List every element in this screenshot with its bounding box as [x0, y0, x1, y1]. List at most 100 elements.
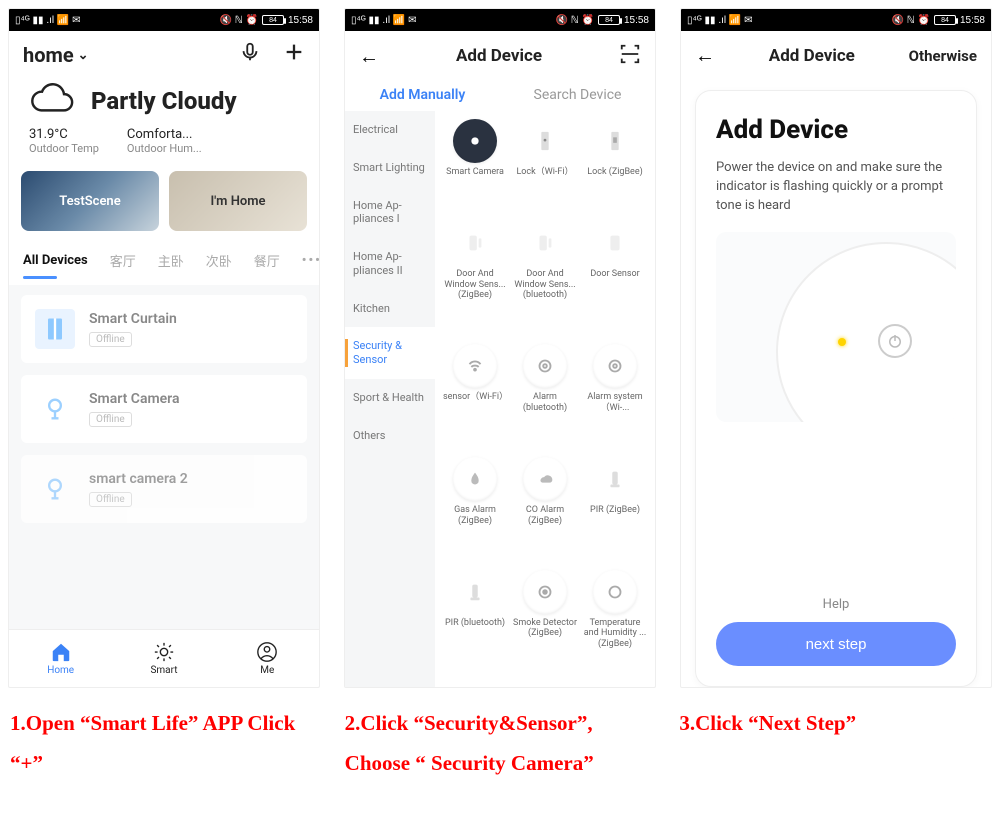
- grid-label: Alarm system（Wi-...: [583, 392, 647, 413]
- back-icon[interactable]: ←: [359, 44, 379, 69]
- curtain-icon: [35, 309, 75, 349]
- page-title: Add Device: [769, 46, 855, 66]
- grid-item[interactable]: Alarm system（Wi-...: [581, 342, 649, 451]
- next-step-button[interactable]: next step: [716, 622, 956, 666]
- tabs-more-icon[interactable]: •••: [302, 253, 320, 268]
- scene-card-testscene[interactable]: TestScene: [21, 171, 159, 231]
- tab-search-device[interactable]: Search Device: [500, 87, 655, 103]
- weather-title: Partly Cloudy: [91, 87, 237, 115]
- grid-item[interactable]: Lock (ZigBee): [581, 117, 649, 215]
- device-diagram: [716, 232, 956, 422]
- device-card[interactable]: Smart Camera Offline: [21, 375, 307, 443]
- grid-label: Lock（Wi-Fi）: [516, 167, 573, 177]
- caption-1: 1.Open “Smart Life” APP Click “+”: [10, 704, 321, 784]
- sidebar-item-electrical[interactable]: Electrical: [345, 111, 435, 149]
- scan-icon[interactable]: [619, 43, 641, 69]
- grid-item[interactable]: sensor（Wi-Fi）: [441, 342, 509, 451]
- camera-icon: [453, 119, 497, 163]
- gas-icon: [453, 457, 497, 501]
- device-tabs: All Devices 客厅 主卧 次卧 餐厅 •••: [9, 241, 319, 276]
- sidebar-item-others[interactable]: Others: [345, 417, 435, 455]
- plus-icon[interactable]: [283, 41, 305, 69]
- grid-item[interactable]: CO Alarm (ZigBee): [511, 455, 579, 564]
- nav-me[interactable]: Me: [216, 630, 319, 687]
- device-name: Smart Curtain: [89, 311, 177, 327]
- grid-label: PIR (bluetooth): [445, 618, 505, 628]
- grid-label: Lock (ZigBee): [587, 167, 643, 177]
- scene-label: I'm Home: [210, 194, 265, 209]
- home-dropdown[interactable]: home ⌄: [23, 43, 89, 67]
- signal-icons: ▯⁴ᴳ ▮▮ .ıl 📶 ✉: [687, 15, 753, 26]
- device-list[interactable]: Smart Curtain Offline Smart Camera Offli…: [9, 285, 319, 629]
- temp-value: 31.9°C: [29, 127, 99, 142]
- grid-item[interactable]: Smart Camera: [441, 117, 509, 215]
- battery-icon: 84: [262, 15, 284, 25]
- grid-item[interactable]: Lock（Wi-Fi）: [511, 117, 579, 215]
- camera-icon: [35, 469, 75, 509]
- device-card[interactable]: Smart Curtain Offline: [21, 295, 307, 363]
- device-card[interactable]: smart camera 2 Offline: [21, 455, 307, 523]
- device-name: Smart Camera: [89, 391, 179, 407]
- tab-dining[interactable]: 餐厅: [254, 251, 280, 270]
- grid-item[interactable]: Smoke Detector (ZigBee): [511, 568, 579, 687]
- tab-add-manually[interactable]: Add Manually: [345, 87, 500, 103]
- screen-add-device-list: ▯⁴ᴳ ▮▮ .ıl 📶 ✉ 🔇 ℕ ⏰ 84 15:58 ← Add Devi…: [344, 8, 656, 688]
- scene-card-imhome[interactable]: I'm Home: [169, 171, 307, 231]
- sidebar-item-security[interactable]: Security & Sensor: [345, 327, 435, 379]
- grid-item[interactable]: Gas Alarm (ZigBee): [441, 455, 509, 564]
- chevron-down-icon: ⌄: [78, 48, 89, 63]
- nav-label: Me: [260, 665, 274, 676]
- sidebar-item-sport[interactable]: Sport & Health: [345, 379, 435, 417]
- back-icon[interactable]: ←: [695, 43, 715, 68]
- device-grid[interactable]: Smart Camera Lock（Wi-Fi） Lock (ZigBee) D…: [435, 111, 655, 687]
- tab-underline: [23, 276, 57, 279]
- tab-second[interactable]: 次卧: [206, 251, 232, 270]
- grid-label: PIR (ZigBee): [590, 505, 640, 515]
- grid-label: Door Sensor: [590, 269, 639, 279]
- battery-icon: 84: [598, 15, 620, 25]
- camera-icon: [35, 389, 75, 429]
- status-time: 15:58: [960, 15, 985, 26]
- signal-icons: ▯⁴ᴳ ▮▮ .ıl 📶 ✉: [15, 15, 81, 26]
- door-sensor-icon: [453, 221, 497, 265]
- grid-item[interactable]: Door And Window Sens... (bluetooth): [511, 219, 579, 338]
- tab-living[interactable]: 客厅: [110, 251, 136, 270]
- bottom-nav: Home Smart Me: [9, 629, 319, 687]
- grid-label: sensor（Wi-Fi）: [443, 392, 507, 402]
- otherwise-link[interactable]: Otherwise: [909, 47, 977, 65]
- device-status: Offline: [89, 332, 132, 347]
- instruction-captions: 1.Open “Smart Life” APP Click “+” 2.Clic…: [0, 688, 1000, 784]
- sidebar-item-appliances1[interactable]: Home Ap-pliances I: [345, 187, 435, 239]
- grid-item[interactable]: PIR (ZigBee): [581, 455, 649, 564]
- alarm-icon: [593, 344, 637, 388]
- device-status: Offline: [89, 412, 132, 427]
- grid-label: Door And Window Sens... (ZigBee): [443, 269, 507, 300]
- co-icon: [523, 457, 567, 501]
- category-sidebar[interactable]: Electrical Smart Lighting Home Ap-plianc…: [345, 111, 435, 687]
- grid-item[interactable]: Door And Window Sens... (ZigBee): [441, 219, 509, 338]
- tab-master[interactable]: 主卧: [158, 251, 184, 270]
- cloud-icon: [25, 79, 77, 123]
- sidebar-item-appliances2[interactable]: Home Ap-pliances II: [345, 238, 435, 290]
- help-link[interactable]: Help: [716, 597, 956, 612]
- grid-item[interactable]: PIR (bluetooth): [441, 568, 509, 687]
- alarm-icon: [523, 344, 567, 388]
- status-right-icons: 🔇 ℕ ⏰: [220, 15, 258, 26]
- nav-home[interactable]: Home: [9, 630, 112, 687]
- grid-item[interactable]: Temperature and Humidity ... (ZigBee): [581, 568, 649, 687]
- status-right-icons: 🔇 ℕ ⏰: [892, 15, 930, 26]
- status-right-icons: 🔇 ℕ ⏰: [556, 15, 594, 26]
- card-title: Add Device: [716, 115, 956, 145]
- sidebar-item-lighting[interactable]: Smart Lighting: [345, 149, 435, 187]
- grid-item[interactable]: Alarm (bluetooth): [511, 342, 579, 451]
- caption-2: 2.Click “Security&Sensor”, Choose “ Secu…: [345, 704, 656, 784]
- grid-item[interactable]: Door Sensor: [581, 219, 649, 338]
- mic-icon[interactable]: [239, 41, 261, 69]
- sidebar-item-kitchen[interactable]: Kitchen: [345, 290, 435, 328]
- card-desc: Power the device on and make sure the in…: [716, 159, 956, 216]
- status-bar: ▯⁴ᴳ ▮▮ .ıl 📶 ✉ 🔇 ℕ ⏰ 84 15:58: [681, 9, 991, 31]
- screen-add-device-step: ▯⁴ᴳ ▮▮ .ıl 📶 ✉ 🔇 ℕ ⏰ 84 15:58 ← Add Devi…: [680, 8, 992, 688]
- nav-smart[interactable]: Smart: [112, 630, 215, 687]
- tab-all-devices[interactable]: All Devices: [23, 253, 88, 268]
- signal-icons: ▯⁴ᴳ ▮▮ .ıl 📶 ✉: [351, 15, 417, 26]
